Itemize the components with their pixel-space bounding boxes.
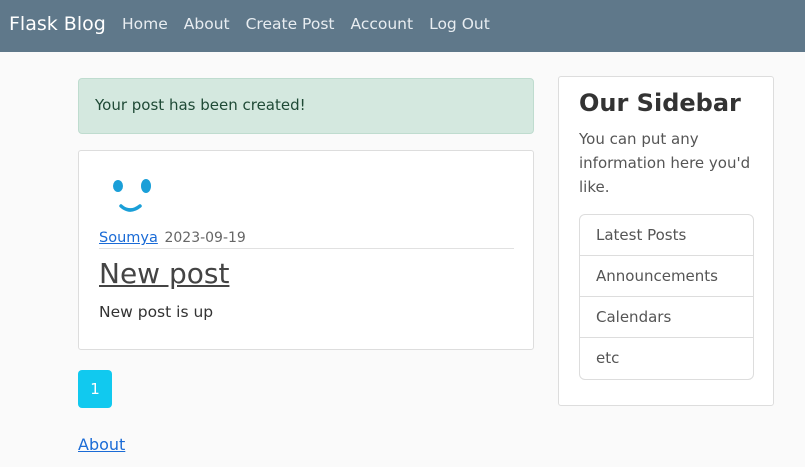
nav-links: Home About Create Post Account Log Out (114, 15, 498, 33)
author-link[interactable]: Soumya (99, 230, 158, 246)
nav-about-link[interactable]: About (176, 15, 238, 33)
post-content: New post is up (99, 303, 214, 321)
nav-home-link[interactable]: Home (114, 15, 176, 33)
footer-about-link[interactable]: About (78, 435, 125, 454)
page-1-button[interactable]: 1 (78, 370, 112, 408)
nav-logout-link[interactable]: Log Out (421, 15, 498, 33)
post-card: Soumya 2023-09-19 New post New post is u… (78, 150, 534, 350)
avatar-smiley-icon (113, 179, 151, 212)
post-date: 2023-09-19 (164, 230, 246, 246)
sidebar-item-etc[interactable]: etc (580, 338, 753, 379)
sidebar-item-latest-posts[interactable]: Latest Posts (580, 215, 753, 256)
sidebar-title: Our Sidebar (579, 89, 741, 117)
sidebar: Our Sidebar You can put any information … (558, 76, 774, 406)
sidebar-description: You can put any information here you'd l… (579, 130, 751, 196)
sidebar-item-calendars[interactable]: Calendars (580, 297, 753, 338)
nav-create-post-link[interactable]: Create Post (238, 15, 343, 33)
sidebar-list: Latest Posts Announcements Calendars etc (579, 214, 754, 380)
top-navbar: Flask Blog Home About Create Post Accoun… (0, 0, 805, 52)
nav-account-link[interactable]: Account (342, 15, 421, 33)
brand-link[interactable]: Flask Blog (9, 13, 106, 35)
sidebar-item-announcements[interactable]: Announcements (580, 256, 753, 297)
post-title-link[interactable]: New post (99, 257, 229, 290)
success-alert: Your post has been created! (78, 78, 534, 134)
post-meta: Soumya 2023-09-19 (99, 230, 514, 249)
